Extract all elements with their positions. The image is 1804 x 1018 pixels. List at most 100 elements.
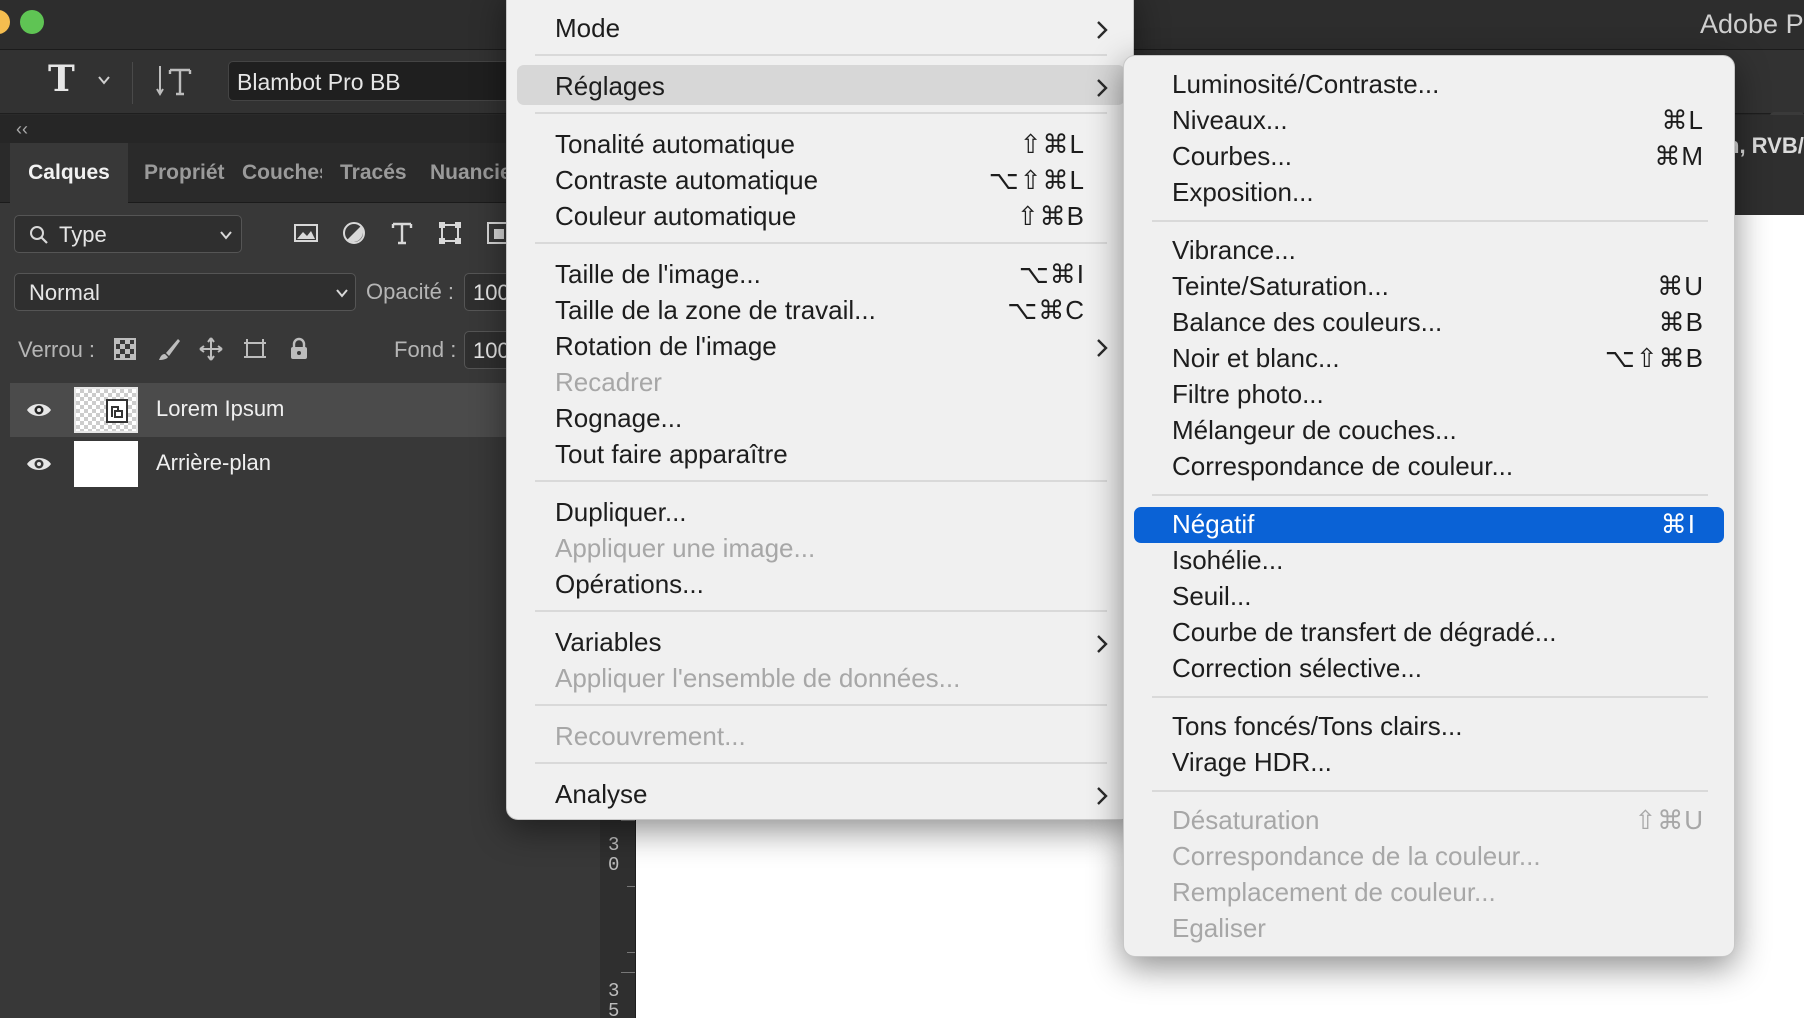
menu-item-color-balance[interactable]: Balance des couleurs... ⌘B (1172, 305, 1704, 341)
menu-item-reveal-all[interactable]: Tout faire apparaître (555, 437, 1085, 473)
ruler-label: 3 (608, 980, 620, 1002)
tab-paths[interactable]: Tracés (340, 143, 412, 203)
chevron-down-icon[interactable] (96, 72, 112, 88)
lock-all-icon[interactable] (286, 336, 312, 362)
menu-item-duplicate[interactable]: Dupliquer... (555, 495, 1085, 531)
chevron-down-icon (220, 231, 232, 240)
menu-item-mode[interactable]: Mode (555, 11, 1115, 47)
menu-item-hue-saturation[interactable]: Teinte/Saturation... ⌘U (1172, 269, 1704, 305)
image-filter-icon[interactable] (292, 219, 320, 247)
menu-item-calculations[interactable]: Opérations... (555, 567, 1085, 603)
menu-separator (1152, 494, 1708, 496)
image-menu: Mode Réglages Tonalité automatique ⇧⌘L Co… (506, 0, 1134, 820)
adjustment-filter-icon[interactable] (340, 219, 368, 247)
menu-item-auto-contrast[interactable]: Contraste automatique ⌥⇧⌘L (555, 163, 1085, 199)
menu-separator (535, 704, 1107, 706)
minimize-window-button[interactable] (0, 10, 10, 34)
menu-item-posterize[interactable]: Isohélie... (1172, 543, 1704, 579)
menu-separator (535, 762, 1107, 764)
menu-item-black-white[interactable]: Noir et blanc... ⌥⇧⌘B (1172, 341, 1704, 377)
fill-label: Fond : (394, 337, 457, 362)
blend-mode-select[interactable]: Normal (14, 273, 356, 311)
menu-item-brightness-contrast[interactable]: Luminosité/Contraste... (1172, 67, 1704, 103)
chevron-down-icon (336, 289, 348, 298)
menu-item-image-size[interactable]: Taille de l'image... ⌥⌘I (555, 257, 1085, 293)
menu-item-levels[interactable]: Niveaux... ⌘L (1172, 103, 1704, 139)
menu-separator (535, 242, 1107, 244)
type-tool-icon[interactable]: T (48, 58, 75, 100)
ruler-tick (627, 952, 635, 953)
chevron-right-icon (1097, 79, 1108, 97)
document-mode-readout: n, RVB/ (1726, 133, 1804, 158)
menu-item-image-rotation[interactable]: Rotation de l'image (555, 329, 1115, 365)
ruler-label: 0 (608, 854, 620, 876)
menu-item-auto-tone[interactable]: Tonalité automatique ⇧⌘L (555, 127, 1085, 163)
text-orientation-icon[interactable] (156, 62, 196, 100)
lock-paint-icon[interactable] (156, 336, 182, 362)
menu-item-selective-color[interactable]: Correction sélective... (1172, 651, 1704, 687)
smart-object-icon (106, 399, 128, 423)
layer-thumbnail[interactable] (74, 441, 138, 487)
eye-icon[interactable] (26, 400, 52, 420)
collapse-panels-icon[interactable]: ‹‹ (16, 119, 28, 140)
type-filter-icon[interactable] (388, 219, 416, 247)
menu-item-analysis[interactable]: Analyse (555, 777, 1115, 813)
lock-artboard-icon[interactable] (242, 336, 268, 362)
chevron-right-icon (1097, 787, 1108, 805)
lock-transparency-icon[interactable] (112, 336, 138, 362)
menu-separator (535, 610, 1107, 612)
menu-item-threshold[interactable]: Seuil... (1172, 579, 1704, 615)
search-icon (30, 226, 48, 244)
tab-channels[interactable]: Couches (242, 143, 322, 203)
tab-properties[interactable]: Propriét (144, 143, 226, 203)
menu-item-curves[interactable]: Courbes... ⌘M (1172, 139, 1704, 175)
opacity-label: Opacité : (366, 279, 455, 304)
menu-item-vibrance[interactable]: Vibrance... (1172, 233, 1704, 269)
menu-item-invert[interactable]: Négatif ⌘I (1172, 507, 1696, 543)
menu-item-canvas-size[interactable]: Taille de la zone de travail... ⌥⌘C (555, 293, 1085, 329)
lock-label: Verrou : (18, 337, 96, 362)
adjustments-submenu: Luminosité/Contraste... Niveaux... ⌘L Cou… (1123, 55, 1735, 957)
ruler-tick (627, 886, 635, 887)
lock-position-icon[interactable] (198, 336, 224, 362)
font-family-value: Blambot Pro BB (237, 69, 401, 95)
menu-item-adjustments[interactable]: Réglages (555, 69, 1115, 105)
layer-name[interactable]: Arrière-plan (156, 450, 271, 476)
app-title: Adobe Pl (1700, 9, 1804, 39)
layer-thumbnail[interactable] (74, 387, 138, 433)
ruler-tick (621, 820, 635, 821)
menu-separator (535, 112, 1107, 114)
menu-item-variables[interactable]: Variables (555, 625, 1115, 661)
menu-item-color-lookup[interactable]: Correspondance de couleur... (1172, 449, 1704, 485)
menu-item-apply-data-set: Appliquer l'ensemble de données... (555, 663, 961, 693)
ruler-tick (621, 972, 635, 973)
font-family-field[interactable]: Blambot Pro BB (228, 61, 528, 101)
zoom-window-button[interactable] (20, 10, 44, 34)
menu-item-photo-filter[interactable]: Filtre photo... (1172, 377, 1704, 413)
menu-item-auto-color[interactable]: Couleur automatique ⇧⌘B (555, 199, 1085, 235)
menu-item-hdr-toning[interactable]: Virage HDR... (1172, 745, 1704, 781)
shape-filter-icon[interactable] (436, 219, 464, 247)
blend-mode-value: Normal (29, 280, 100, 305)
layer-kind-filter[interactable]: Type (14, 215, 242, 253)
menu-separator (1152, 696, 1708, 698)
vertical-ruler[interactable]: 3 0 3 5 (596, 820, 636, 1018)
menu-item-equalize: Egaliser (1172, 913, 1266, 943)
layer-name[interactable]: Lorem Ipsum (156, 396, 284, 422)
chevron-right-icon (1097, 635, 1108, 653)
eye-icon[interactable] (26, 454, 52, 474)
menu-item-shadows-highlights[interactable]: Tons foncés/Tons clairs... (1172, 709, 1704, 745)
menu-separator (1152, 790, 1708, 792)
menu-item-crop: Recadrer (555, 367, 662, 397)
menu-item-apply-image: Appliquer une image... (555, 533, 816, 563)
menu-item-trim[interactable]: Rognage... (555, 401, 1085, 437)
menu-item-gradient-map[interactable]: Courbe de transfert de dégradé... (1172, 615, 1704, 651)
chevron-right-icon (1097, 21, 1108, 39)
tab-swatches[interactable]: Nuancie (430, 143, 506, 203)
menu-item-trap: Recouvrement... (555, 721, 746, 751)
menu-separator (535, 480, 1107, 482)
tab-layers[interactable]: Calques (10, 143, 128, 203)
menu-item-exposure[interactable]: Exposition... (1172, 175, 1704, 211)
menu-item-replace-color: Remplacement de couleur... (1172, 877, 1496, 907)
menu-item-channel-mixer[interactable]: Mélangeur de couches... (1172, 413, 1704, 449)
